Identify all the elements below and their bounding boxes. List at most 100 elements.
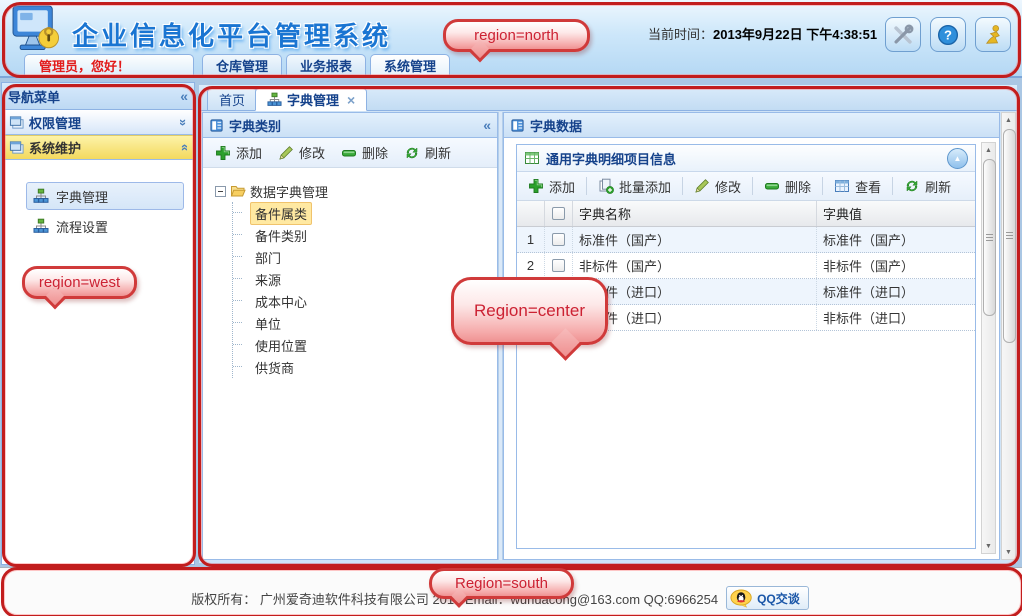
collapse-panel-icon[interactable] [483,117,491,133]
add-button[interactable]: 添加 [521,175,582,198]
tree-root[interactable]: 数据字典管理 [215,180,491,202]
accordion-permissions[interactable]: 权限管理 [2,110,194,135]
edit-button[interactable]: 修改 [687,175,748,198]
detail-info-box: 通用字典明细项目信息 添加 批量添加 修改 删除 查看 [516,144,976,549]
scroll-up-icon[interactable] [982,143,995,157]
refresh-icon [904,178,920,194]
edit-icon [694,178,710,194]
scroll-down-icon[interactable] [1002,545,1015,559]
tab-reports[interactable]: 业务报表 [286,54,367,78]
dict-value-cell: 非标件（国产） [823,259,915,274]
time-label: 当前时间： [648,27,714,42]
scroll-thumb[interactable] [1003,129,1016,343]
window-icon [9,140,24,155]
grid-scrollbar[interactable] [981,142,996,554]
table-row[interactable]: 2 非标件（国产） 非标件（国产） [517,253,975,279]
annotation-south: Region=south [429,568,574,599]
main-nav-tabs: 仓库管理 业务报表 系统管理 [202,54,451,78]
edit-button[interactable]: 修改 [271,141,332,164]
select-all-checkbox[interactable] [552,207,565,220]
sidebar-item-workflow[interactable]: 流程设置 [26,212,184,240]
dictionary-tree: 数据字典管理 备件属类 备件类别 部门 来源 成本中心 单位 使用位置 供货商 [203,168,497,378]
delete-icon [341,145,357,161]
row-checkbox[interactable] [552,233,565,246]
panel-title: 字典数据 [530,118,583,134]
center-region: 首页 字典管理 字典类别 添加 修改 删除 刷新 [199,85,1017,563]
center-scrollbar[interactable] [1001,112,1016,560]
accordion-maintenance[interactable]: 系统维护 [2,135,194,160]
scroll-thumb[interactable] [983,159,996,316]
book-icon [209,118,224,133]
table-row[interactable]: 1 标准件（国产） 标准件（国产） [517,227,975,253]
help-icon: ? [937,24,959,46]
sidebar-title: 导航菜单 [8,89,61,105]
tab-warehouse[interactable]: 仓库管理 [202,54,283,78]
add-button[interactable]: 添加 [208,141,269,164]
annotation-north: region=north [443,19,590,52]
tab-system[interactable]: 系统管理 [370,54,451,78]
sidebar-item-dictionary[interactable]: 字典管理 [26,182,184,210]
box-title: 通用字典明细项目信息 [546,151,677,167]
tree-node[interactable]: 备件类别 [233,224,491,246]
grid-header-row: 字典名称 字典值 [517,201,975,227]
scroll-down-icon[interactable] [982,539,995,553]
tab-home[interactable]: 首页 [207,88,258,111]
batch-add-button[interactable]: 批量添加 [591,175,678,198]
time-value: 2013年9月22日 下午4:38:51 [713,27,878,42]
select-all-cell [545,201,573,226]
tab-dictionary[interactable]: 字典管理 [255,88,368,111]
sidebar-item-label: 字典管理 [56,189,109,205]
greeting-tab: 管理员，您好！ [24,54,194,78]
delete-button[interactable]: 删除 [757,175,818,198]
delete-button[interactable]: 删除 [334,141,395,164]
column-header-value[interactable]: 字典值 [817,201,975,226]
row-number-header [517,201,545,226]
sidebar-header: 导航菜单 [2,83,194,110]
tab-label: 字典管理 [287,93,340,108]
table-icon [524,150,540,166]
logout-button[interactable] [975,17,1011,52]
book-icon [510,118,525,133]
close-tab-icon[interactable] [347,92,355,108]
tree-node[interactable]: 来源 [233,268,491,290]
chevron-double-up-icon [180,140,187,155]
batch-add-icon [598,178,614,194]
dict-name-cell: 标准件（进口） [573,279,817,304]
west-region: 导航菜单 权限管理 系统维护 字典管理 流程设置 [1,82,195,565]
dict-name-cell: 非标件（进口） [573,305,817,330]
collapse-sidebar-icon[interactable] [180,88,188,104]
help-button[interactable]: ? [930,17,966,52]
box-header: 通用字典明细项目信息 [517,145,975,172]
row-number: 2 [517,253,545,278]
qq-penguin-icon [730,589,754,608]
qq-chat-button[interactable]: QQ交谈 [726,586,809,610]
scroll-up-icon[interactable] [1002,113,1015,127]
collapse-node-icon[interactable] [215,185,226,197]
row-checkbox[interactable] [552,259,565,272]
view-button[interactable]: 查看 [827,175,888,198]
document-tabstrip: 首页 字典管理 [199,85,1017,111]
tree-node[interactable]: 供货商 [233,356,491,378]
delete-icon [764,178,780,194]
collapse-box-button[interactable] [947,147,968,169]
view-icon [834,178,850,194]
settings-button[interactable] [885,17,921,52]
accordion-label: 系统维护 [29,141,82,156]
sitemap-icon [267,92,282,107]
app-window: 企业信息化平台管理系统 管理员，您好！ 仓库管理 业务报表 系统管理 当前时间：… [0,0,1022,616]
dict-value-cell: 标准件（国产） [823,233,915,248]
refresh-button[interactable]: 刷新 [897,175,958,198]
sitemap-icon [33,188,49,204]
dict-name-cell: 标准件（国产） [573,227,817,252]
tree-node[interactable]: 使用位置 [233,334,491,356]
tree-node[interactable]: 备件属类 [233,201,491,225]
column-header-name[interactable]: 字典名称 [573,201,817,226]
edit-icon [278,145,294,161]
accordion-label: 权限管理 [29,115,82,131]
row-number: 1 [517,227,545,252]
dict-value-cell: 标准件（进口） [823,285,915,300]
dict-name-cell: 非标件（国产） [573,253,817,278]
tree-node[interactable]: 部门 [233,246,491,268]
page-title: 企业信息化平台管理系统 [72,21,392,51]
refresh-button[interactable]: 刷新 [397,141,458,164]
